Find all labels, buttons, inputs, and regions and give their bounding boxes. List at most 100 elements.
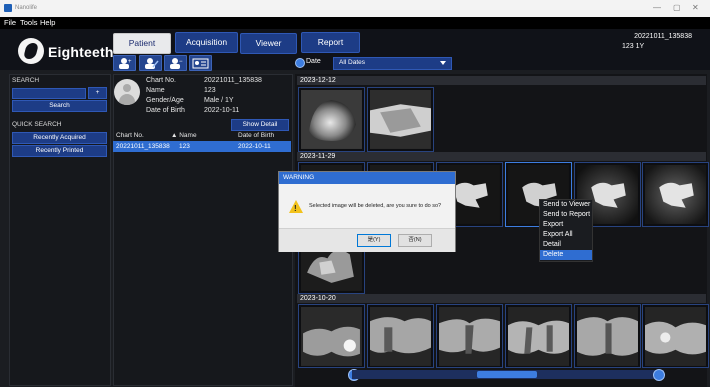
search-label: SEARCH: [12, 77, 40, 84]
date-group-label: 2023-10-20: [300, 295, 336, 302]
date-group-label: 2023-11-29: [300, 153, 336, 160]
xray-thumbnail[interactable]: [642, 304, 709, 368]
xray-thumbnail[interactable]: [574, 304, 641, 368]
menu-item-send-to-report[interactable]: Send to Report: [540, 210, 592, 220]
search-button[interactable]: Search: [12, 100, 107, 112]
app-icon: [4, 4, 12, 12]
tab-report[interactable]: Report: [301, 32, 360, 53]
horizontal-scrollbar[interactable]: [352, 370, 664, 379]
menu-help[interactable]: Help: [40, 18, 55, 27]
svg-text:−: −: [179, 59, 183, 65]
no-button[interactable]: 否(N): [398, 234, 432, 247]
gender-age-label: Gender/Age: [146, 97, 184, 104]
column-name[interactable]: ▲ Name: [171, 132, 197, 139]
scroll-right-button[interactable]: [653, 369, 665, 381]
dob-label: Date of Birth: [146, 107, 185, 114]
menu-item-export[interactable]: Export: [540, 220, 592, 230]
dob-value: 2022-10-11: [204, 107, 240, 114]
header-name-age: 123 1Y: [622, 43, 645, 50]
tab-viewer[interactable]: Viewer: [240, 33, 297, 54]
xray-image: [645, 165, 706, 224]
window-title-bar: Nanolife — ▢ ✕: [0, 0, 710, 17]
avatar: [114, 79, 140, 105]
minimize-button[interactable]: —: [653, 3, 661, 12]
tab-acquisition[interactable]: Acquisition: [175, 32, 238, 53]
delete-patient-button[interactable]: −: [164, 55, 187, 71]
xray-thumbnail[interactable]: [436, 304, 503, 368]
date-group-header: 2023-11-29: [297, 152, 706, 161]
maximize-button[interactable]: ▢: [673, 3, 681, 12]
chart-no-value: 20221011_135838: [204, 77, 262, 84]
menu-bar: File Tools Help: [0, 17, 710, 29]
add-search-button[interactable]: +: [88, 87, 107, 99]
patient-card-button[interactable]: [189, 55, 212, 71]
menu-tools[interactable]: Tools: [20, 18, 38, 27]
delete-patient-icon: −: [170, 58, 183, 69]
date-radio[interactable]: [295, 58, 305, 68]
search-input[interactable]: [12, 88, 86, 99]
scroll-thumb[interactable]: [477, 371, 537, 378]
tab-patient[interactable]: Patient: [113, 33, 171, 54]
edit-patient-button[interactable]: [139, 55, 162, 71]
warning-mark: !: [294, 204, 297, 213]
xray-image: [508, 307, 569, 366]
add-patient-icon: +: [119, 58, 132, 69]
menu-item-detail[interactable]: Detail: [540, 240, 592, 250]
edit-patient-icon: [145, 58, 159, 69]
xray-image: [439, 307, 500, 366]
svg-text:+: +: [128, 59, 132, 65]
chevron-down-icon: [440, 61, 446, 65]
name-label: Name: [146, 87, 165, 94]
xray-image: [577, 307, 638, 366]
xray-image: [301, 307, 362, 366]
xray-image: [370, 307, 431, 366]
quick-search-label: QUICK SEARCH: [12, 121, 62, 128]
context-menu: Send to Viewer Send to Report Export Exp…: [539, 199, 593, 262]
date-group-header: 2023-12-12: [297, 76, 706, 85]
row-name: 123: [179, 143, 190, 150]
menu-file[interactable]: File: [4, 18, 16, 27]
dialog-title-bar: WARNING: [279, 172, 455, 184]
xray-thumbnail[interactable]: [367, 304, 434, 368]
menu-item-send-to-viewer[interactable]: Send to Viewer: [540, 200, 592, 210]
xray-thumbnail[interactable]: [642, 162, 709, 227]
recently-acquired-button[interactable]: Recently Acquired: [12, 132, 107, 144]
logo-text: Eighteeth: [48, 44, 114, 60]
close-button[interactable]: ✕: [692, 3, 699, 12]
xray-thumbnail[interactable]: [367, 87, 434, 152]
date-radio-label: Date: [306, 58, 321, 65]
recently-printed-button[interactable]: Recently Printed: [12, 145, 107, 157]
column-chart-no[interactable]: Chart No.: [116, 132, 144, 139]
dialog-message: Selected image will be deleted, are you …: [309, 203, 442, 209]
table-row[interactable]: 20221011_135838 123 2022-10-11: [113, 141, 291, 152]
xray-image: [370, 90, 431, 149]
column-dob[interactable]: Date of Birth: [238, 132, 274, 139]
logo-mark-icon: [18, 38, 44, 64]
header-chart-number: 20221011_135838: [634, 33, 692, 40]
dialog-title: WARNING: [283, 174, 315, 181]
date-filter-value: All Dates: [339, 59, 366, 66]
name-value: 123: [204, 87, 216, 94]
app-name: Nanolife: [15, 5, 38, 11]
warning-dialog: WARNING ! Selected image will be deleted…: [278, 171, 456, 252]
patient-list-header: Chart No. ▲ Name Date of Birth: [113, 131, 291, 141]
logo: Eighteeth: [18, 38, 113, 64]
gender-age-value: Male / 1Y: [204, 97, 234, 104]
xray-image: [645, 307, 706, 366]
xray-thumbnail[interactable]: [298, 304, 365, 368]
date-group-label: 2023-12-12: [300, 77, 336, 84]
yes-button[interactable]: 是(Y): [357, 234, 391, 247]
date-filter-select[interactable]: All Dates: [333, 57, 452, 70]
show-detail-button[interactable]: Show Detail: [231, 119, 289, 131]
dialog-footer: 是(Y) 否(N): [279, 228, 455, 252]
row-chart-no: 20221011_135838: [116, 143, 170, 150]
add-patient-button[interactable]: +: [113, 55, 136, 71]
xray-thumbnail[interactable]: [298, 87, 365, 152]
menu-item-delete[interactable]: Delete: [540, 250, 592, 260]
chart-no-label: Chart No.: [146, 77, 176, 84]
row-dob: 2022-10-11: [238, 143, 271, 150]
patient-card-icon: [192, 58, 209, 69]
xray-thumbnail[interactable]: [505, 304, 572, 368]
menu-item-export-all[interactable]: Export All: [540, 230, 592, 240]
date-group-header: 2023-10-20: [297, 294, 706, 303]
